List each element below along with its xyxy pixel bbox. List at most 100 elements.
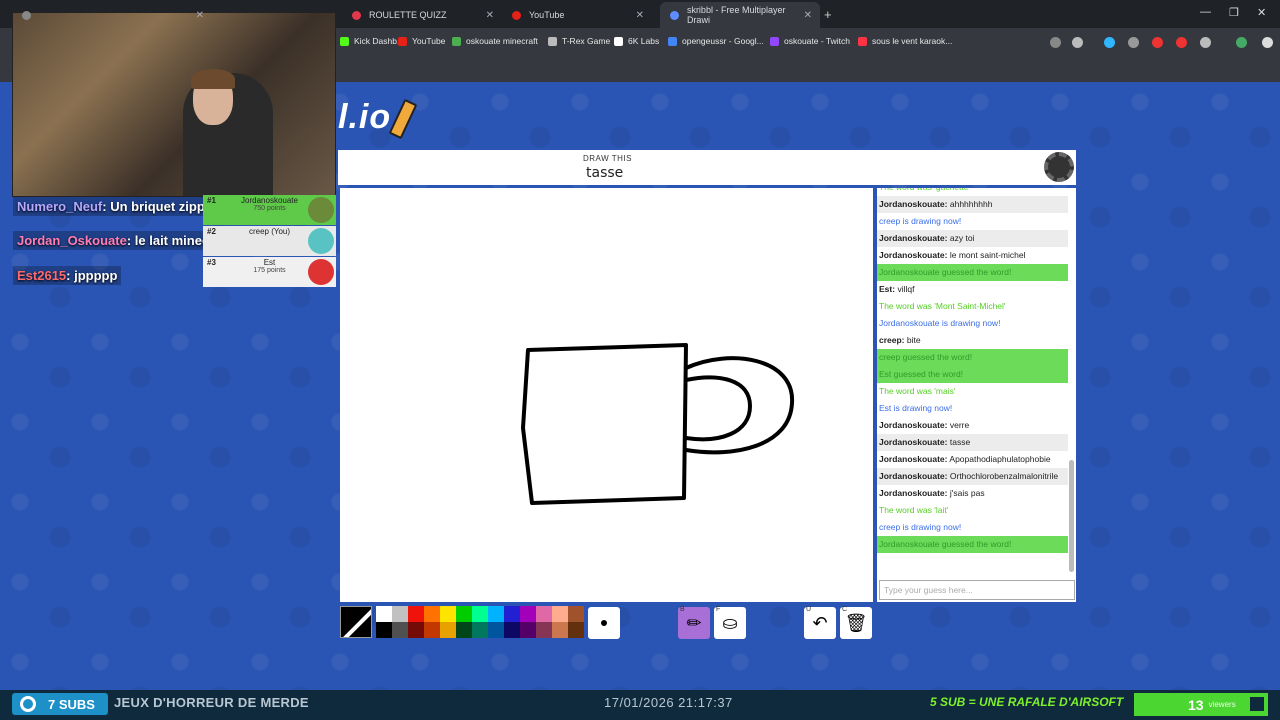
stream-chat-username: Jordan_Oskouate <box>17 233 127 248</box>
chat-text: tasse <box>949 437 971 447</box>
maximize-icon[interactable]: ❐ <box>1229 6 1239 19</box>
new-tab-button[interactable]: + <box>824 7 832 22</box>
browser-tab[interactable]: ✕ <box>12 2 212 28</box>
tab-close-icon[interactable]: ✕ <box>486 10 494 21</box>
color-swatch[interactable] <box>456 622 472 638</box>
bookmark-label: oskouate - Twitch <box>784 36 850 46</box>
chat-text: Orthochlorobenzalmalonitrile <box>949 471 1059 481</box>
color-swatch[interactable] <box>520 622 536 638</box>
translate-icon[interactable] <box>1050 37 1061 48</box>
color-swatch[interactable] <box>408 606 424 622</box>
profile-avatar-icon[interactable] <box>1236 37 1247 48</box>
bookmark-label: oskouate minecraft <box>466 36 538 46</box>
bookmark-item[interactable]: opengeussr - Googl... <box>668 36 764 46</box>
chat-list: The word was 'gachette' Jordanoskouate: a… <box>877 188 1068 553</box>
chat-message: creep: bite <box>877 332 1068 349</box>
chat-username: Jordanoskouate: <box>879 471 948 481</box>
chat-message: Jordanoskouate: Orthochlorobenzalmalonit… <box>877 468 1068 485</box>
tab-favicon-icon <box>22 10 31 20</box>
color-swatch[interactable] <box>520 606 536 622</box>
browser-tab[interactable]: YouTube ✕ <box>502 2 652 28</box>
color-swatch[interactable] <box>424 606 440 622</box>
color-swatch[interactable] <box>504 606 520 622</box>
chat-username: Jordanoskouate: <box>879 199 948 209</box>
chat-text: Jordanoskouate guessed the word! <box>879 267 1012 277</box>
color-swatch[interactable] <box>488 606 504 622</box>
close-window-icon[interactable]: ✕ <box>1257 6 1266 19</box>
browser-tab[interactable]: ROULETTE QUIZZ ✕ <box>342 2 502 28</box>
color-swatch[interactable] <box>488 622 504 638</box>
extension-icon[interactable] <box>1128 37 1139 48</box>
color-swatch[interactable] <box>392 606 408 622</box>
fill-bucket-tool-button[interactable]: F ⛀ <box>714 606 746 639</box>
color-swatch[interactable] <box>568 622 584 638</box>
puzzle-icon[interactable] <box>1200 37 1211 48</box>
chat-text: creep is drawing now! <box>879 216 962 226</box>
bookmark-label: T-Rex Game <box>562 36 611 46</box>
extension-icon[interactable] <box>1152 37 1163 48</box>
color-swatch[interactable] <box>440 622 456 638</box>
color-swatch[interactable] <box>472 606 488 622</box>
stream-chat-message: Numero_Neuf: Un briquet zippo <box>13 197 217 216</box>
chat-message: Jordanoskouate: tasse <box>877 434 1068 451</box>
color-swatch[interactable] <box>392 622 408 638</box>
settings-gear-icon[interactable] <box>1044 152 1074 182</box>
bookmark-icon <box>668 36 677 46</box>
chat-text: Apopathodiaphulatophobie <box>949 454 1051 464</box>
color-swatch[interactable] <box>536 606 552 622</box>
tab-label: YouTube <box>529 10 565 20</box>
color-swatch[interactable] <box>376 606 392 622</box>
tab-favicon-icon <box>512 10 521 20</box>
color-swatch[interactable] <box>456 606 472 622</box>
browser-tab[interactable]: skribbl - Free Multiplayer Drawi ✕ <box>660 2 820 28</box>
color-swatch[interactable] <box>472 622 488 638</box>
bookmark-item[interactable]: oskouate minecraft <box>452 36 538 46</box>
tab-close-icon[interactable]: ✕ <box>636 10 644 21</box>
trash-tool-button[interactable]: C 🗑 <box>840 606 872 639</box>
kick-icon <box>1250 697 1264 711</box>
current-color-preview[interactable] <box>340 606 372 638</box>
brush-size-button[interactable] <box>588 607 620 639</box>
bookmark-item[interactable]: 6K Labs <box>614 36 659 46</box>
bookmark-item[interactable]: YouTube <box>398 36 445 46</box>
color-swatch[interactable] <box>424 622 440 638</box>
player-row: #2 creep (You) <box>203 226 336 256</box>
chat-text: Jordanoskouate is drawing now! <box>879 318 1001 328</box>
chat-message: The word was 'gachette' <box>877 188 1068 196</box>
tab-close-icon[interactable]: ✕ <box>804 10 812 21</box>
color-swatch[interactable] <box>440 606 456 622</box>
color-swatch[interactable] <box>504 622 520 638</box>
guess-input[interactable] <box>879 580 1075 600</box>
extension-icon[interactable] <box>1104 37 1115 48</box>
stream-bar: 7 SUBS JEUX D'HORREUR DE MERDE 17/01/202… <box>0 690 1280 720</box>
bookmark-item[interactable]: sous le vent karaok... <box>858 36 952 46</box>
drawing-canvas[interactable] <box>340 188 873 602</box>
chat-username: Est: <box>879 284 896 294</box>
tab-favicon-icon <box>352 10 361 20</box>
menu-dots-icon[interactable] <box>1262 37 1273 48</box>
chat-message: The word was 'mais' <box>877 383 1068 400</box>
tab-close-icon[interactable]: ✕ <box>196 10 204 21</box>
color-swatch[interactable] <box>552 622 568 638</box>
chat-scrollbar[interactable] <box>1069 460 1074 572</box>
chat-message: Jordanoskouate guessed the word! <box>877 536 1068 553</box>
color-swatch[interactable] <box>552 606 568 622</box>
color-swatch[interactable] <box>568 606 584 622</box>
color-swatch[interactable] <box>536 622 552 638</box>
chat-message: The word was 'Mont Saint-Michel' <box>877 298 1068 315</box>
extension-icon[interactable] <box>1176 37 1187 48</box>
pencil-tool-button[interactable]: B ✏ <box>678 606 710 639</box>
star-icon[interactable] <box>1072 37 1083 48</box>
word-to-draw: tasse <box>586 165 624 181</box>
bookmark-item[interactable]: oskouate - Twitch <box>770 36 850 46</box>
undo-tool-button[interactable]: U ↶ <box>804 606 836 639</box>
color-swatch[interactable] <box>408 622 424 638</box>
bookmark-item[interactable]: Kick Dashb... <box>340 36 404 46</box>
bookmark-item[interactable]: T-Rex Game <box>548 36 610 46</box>
color-swatch[interactable] <box>376 622 392 638</box>
stream-chat-text: : Un briquet zippo <box>102 199 213 214</box>
chat-text: The word was 'Mont Saint-Michel' <box>879 301 1006 311</box>
minimize-icon[interactable]: — <box>1200 6 1211 18</box>
tab-favicon-icon <box>670 10 679 20</box>
chat-text: le mont saint-michel <box>949 250 1026 260</box>
